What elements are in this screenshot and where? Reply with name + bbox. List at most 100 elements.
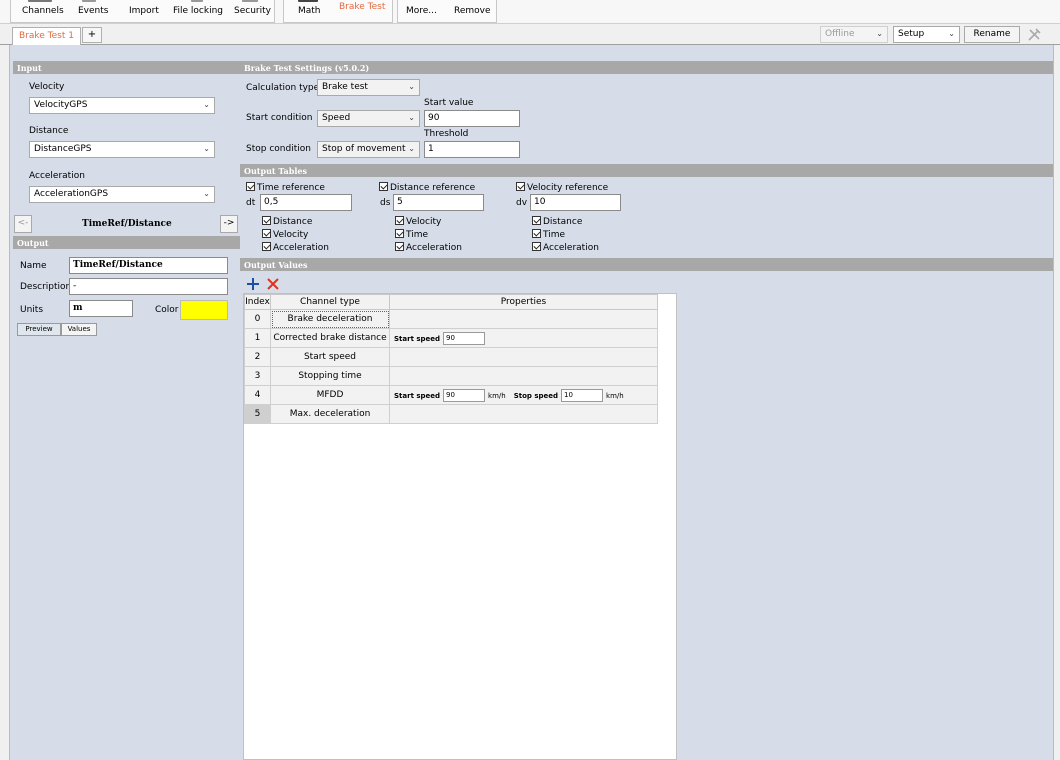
vel-ref-distance-checkbox[interactable]: Distance xyxy=(532,216,582,227)
time-ref-distance-checkbox[interactable]: Distance xyxy=(262,216,312,227)
brake-test-label: Brake Test xyxy=(339,2,386,12)
column-header-channel-type[interactable]: Channel type xyxy=(270,294,390,310)
distance-select[interactable]: DistanceGPS ⌄ xyxy=(29,141,215,158)
file-locking-button[interactable]: File locking xyxy=(173,0,223,24)
velocity-value: VelocityGPS xyxy=(34,100,88,110)
right-frame xyxy=(1053,45,1060,760)
table-header-row: Index Channel type Properties xyxy=(244,294,658,310)
dist-ref-acceleration-checkbox[interactable]: Acceleration xyxy=(395,242,462,253)
row-channel-type[interactable]: Corrected brake distance xyxy=(270,328,390,348)
description-input[interactable]: - xyxy=(69,278,228,295)
left-frame xyxy=(0,45,10,760)
checkbox-checked-icon xyxy=(395,242,404,251)
table-row[interactable]: 0 Brake deceleration xyxy=(244,309,658,329)
row-channel-type[interactable]: Brake deceleration xyxy=(270,309,390,329)
column-header-properties[interactable]: Properties xyxy=(389,294,658,310)
ds-input[interactable]: 5 xyxy=(393,194,484,211)
more-button[interactable]: More... xyxy=(406,0,437,24)
events-icon xyxy=(82,0,96,2)
chevron-down-icon: ⌄ xyxy=(408,113,415,122)
table-row[interactable]: 2 Start speed xyxy=(244,347,658,367)
table-row[interactable]: 3 Stopping time xyxy=(244,366,658,386)
stop-condition-select[interactable]: Stop of movement ⌄ xyxy=(317,141,420,158)
chevron-down-icon: ⌄ xyxy=(203,144,210,153)
acceleration-select[interactable]: AccelerationGPS ⌄ xyxy=(29,186,215,203)
name-input[interactable]: TimeRef/Distance xyxy=(69,257,228,274)
remove-button[interactable]: Remove xyxy=(454,0,491,24)
vel-ref-acceleration-checkbox[interactable]: Acceleration xyxy=(532,242,599,253)
dt-label: dt xyxy=(246,198,256,208)
time-reference-checkbox[interactable]: Time reference xyxy=(246,182,325,193)
chevron-down-icon: ⌄ xyxy=(876,29,883,38)
chevron-down-icon: ⌄ xyxy=(948,29,955,38)
add-tab-button[interactable]: + xyxy=(82,27,102,43)
vel-ref-time-checkbox[interactable]: Time xyxy=(532,229,565,240)
start-speed-input[interactable]: 90 xyxy=(443,331,486,345)
ds-label: ds xyxy=(380,198,391,208)
tab-brake-test-1[interactable]: Brake Test 1 xyxy=(12,27,81,45)
add-icon[interactable] xyxy=(246,277,260,291)
delete-icon[interactable] xyxy=(266,277,280,291)
color-swatch[interactable] xyxy=(180,300,228,320)
dt-input[interactable]: 0,5 xyxy=(260,194,352,211)
start-speed-input[interactable]: 90 xyxy=(443,388,486,402)
import-label: Import xyxy=(129,6,159,16)
table-row[interactable]: 4 MFDD Start speed 90 km/h Stop speed 10 km/h xyxy=(244,385,658,405)
more-label: More... xyxy=(406,6,437,16)
stop-speed-unit-select[interactable]: km/h xyxy=(606,392,624,400)
next-output-button[interactable]: -> xyxy=(220,215,238,233)
row-properties xyxy=(389,404,658,424)
dist-ref-velocity-checkbox[interactable]: Velocity xyxy=(395,216,441,227)
mode-value: Offline xyxy=(825,29,855,39)
time-ref-acceleration-checkbox[interactable]: Acceleration xyxy=(262,242,329,253)
table-row[interactable]: 5 Max. deceleration xyxy=(244,404,658,424)
preview-tab[interactable]: Preview xyxy=(17,323,61,336)
calc-type-select[interactable]: Brake test ⌄ xyxy=(317,79,420,96)
stop-speed-input[interactable]: 10 xyxy=(561,388,604,402)
dv-label: dv xyxy=(516,198,528,208)
velocity-select[interactable]: VelocityGPS ⌄ xyxy=(29,97,215,114)
checkbox-checked-icon xyxy=(395,216,404,225)
row-index: 4 xyxy=(244,385,271,405)
output-tables-header: Output Tables xyxy=(240,164,1053,177)
values-tab[interactable]: Values xyxy=(61,323,97,336)
row-channel-type[interactable]: Start speed xyxy=(270,347,390,367)
events-button[interactable]: Events xyxy=(78,0,108,24)
chevron-down-icon: ⌄ xyxy=(408,82,415,91)
row-channel-type[interactable]: Stopping time xyxy=(270,366,390,386)
mode-dropdown[interactable]: Offline ⌄ xyxy=(820,26,888,43)
row-properties: Start speed 90 km/h Stop speed 10 km/h xyxy=(389,385,658,405)
brake-test-button[interactable]: Brake Test xyxy=(339,0,385,24)
time-ref-velocity-checkbox[interactable]: Velocity xyxy=(262,229,308,240)
row-index: 5 xyxy=(244,404,271,424)
rename-button[interactable]: Rename xyxy=(964,26,1020,43)
column-header-index[interactable]: Index xyxy=(244,294,271,310)
acceleration-label: Acceleration xyxy=(29,171,85,181)
dv-input[interactable]: 10 xyxy=(530,194,621,211)
row-channel-type[interactable]: Max. deceleration xyxy=(270,404,390,424)
tools-icon[interactable] xyxy=(1026,26,1044,43)
distance-reference-checkbox[interactable]: Distance reference xyxy=(379,182,475,193)
checkbox-label: Acceleration xyxy=(273,243,329,253)
row-channel-type[interactable]: MFDD xyxy=(270,385,390,405)
chevron-down-icon: ⌄ xyxy=(203,100,210,109)
table-row[interactable]: 1 Corrected brake distance Start speed 90 xyxy=(244,328,658,348)
import-button[interactable]: Import xyxy=(129,0,159,24)
start-value-input[interactable]: 90 xyxy=(424,110,520,127)
security-button[interactable]: Security xyxy=(234,0,271,24)
checkbox-label: Distance xyxy=(273,217,313,227)
start-speed-unit-select[interactable]: km/h xyxy=(488,392,506,400)
units-input[interactable]: m xyxy=(69,300,133,317)
channels-button[interactable]: Channels xyxy=(22,0,64,24)
rename-label: Rename xyxy=(973,29,1011,39)
time-reference-label: Time reference xyxy=(257,183,325,193)
previous-output-button[interactable]: <- xyxy=(14,215,32,233)
math-button[interactable]: Math xyxy=(298,0,321,24)
row-properties xyxy=(389,309,658,329)
view-dropdown[interactable]: Setup ⌄ xyxy=(893,26,960,43)
threshold-input[interactable]: 1 xyxy=(424,141,520,158)
velocity-reference-checkbox[interactable]: Velocity reference xyxy=(516,182,608,193)
units-label: Units xyxy=(20,305,44,315)
dist-ref-time-checkbox[interactable]: Time xyxy=(395,229,428,240)
start-condition-select[interactable]: Speed ⌄ xyxy=(317,110,420,127)
